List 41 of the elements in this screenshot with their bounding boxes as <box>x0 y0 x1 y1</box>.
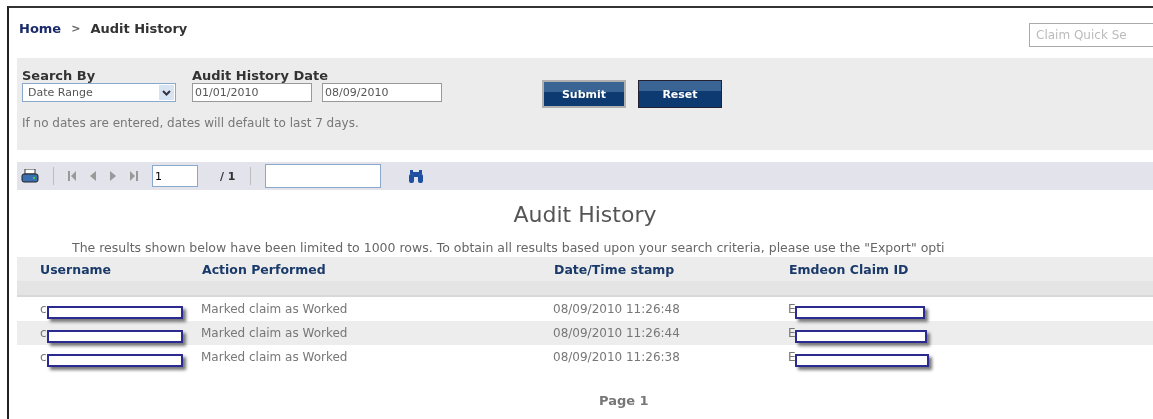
table-cell: 08/09/2010 11:26:38 <box>553 350 680 364</box>
previous-page-icon[interactable] <box>90 171 96 181</box>
column-header: Username <box>17 257 201 281</box>
quick-search-field[interactable]: Claim Quick Se <box>1029 23 1153 47</box>
last-page-icon[interactable] <box>130 171 138 181</box>
submit-button[interactable]: Submit <box>542 80 626 108</box>
next-page-icon[interactable] <box>110 171 116 181</box>
breadcrumb-current: Audit History <box>90 20 188 36</box>
printer-icon[interactable] <box>21 169 39 183</box>
to-date-field[interactable]: 08/09/2010 <box>322 83 442 102</box>
field-label: Audit History Date <box>192 68 330 83</box>
table-cell: Marked claim as Worked <box>201 350 348 364</box>
column-header: Action Performed <box>201 257 553 281</box>
find-field[interactable] <box>264 164 381 188</box>
dropdown-caret-icon <box>159 85 174 100</box>
table-cell: c <box>40 350 47 364</box>
binoculars-icon[interactable] <box>408 169 423 183</box>
table-cell: E <box>788 350 796 364</box>
search-by-dropdown[interactable]: Date Range <box>22 83 176 102</box>
page-number-field[interactable]: 1 <box>152 165 198 187</box>
table-cell: E <box>788 302 796 316</box>
page-label: Page 1 <box>598 393 650 408</box>
notice-text: The results shown below have been limited to 1000 rows. To obtain all results based upon your search criteria, please use the "Export" opti <box>71 240 946 255</box>
column-header: Date/Time stamp <box>553 257 788 281</box>
from-date-field[interactable]: 01/01/2010 <box>192 83 312 102</box>
breadcrumb-link[interactable]: Home <box>19 20 62 36</box>
report-title: Audit History <box>512 202 658 229</box>
hint-text: If no dates are entered, dates will default to last 7 days. <box>22 116 360 130</box>
field-label: Search By <box>22 68 97 83</box>
page-total: / 1 <box>220 169 236 183</box>
table-cell: Marked claim as Worked <box>201 302 348 316</box>
table-cell: c <box>40 326 47 340</box>
table-cell: 08/09/2010 11:26:44 <box>553 326 680 340</box>
table-cell: E <box>788 326 796 340</box>
column-header: Emdeon Claim ID <box>788 257 1153 281</box>
table-cell: 08/09/2010 11:26:48 <box>553 302 680 316</box>
table-cell: c <box>40 302 47 316</box>
reset-button[interactable]: Reset <box>638 80 722 108</box>
first-page-icon[interactable] <box>68 171 76 181</box>
breadcrumb-separator: > <box>71 21 81 35</box>
table-cell: Marked claim as Worked <box>201 326 348 340</box>
